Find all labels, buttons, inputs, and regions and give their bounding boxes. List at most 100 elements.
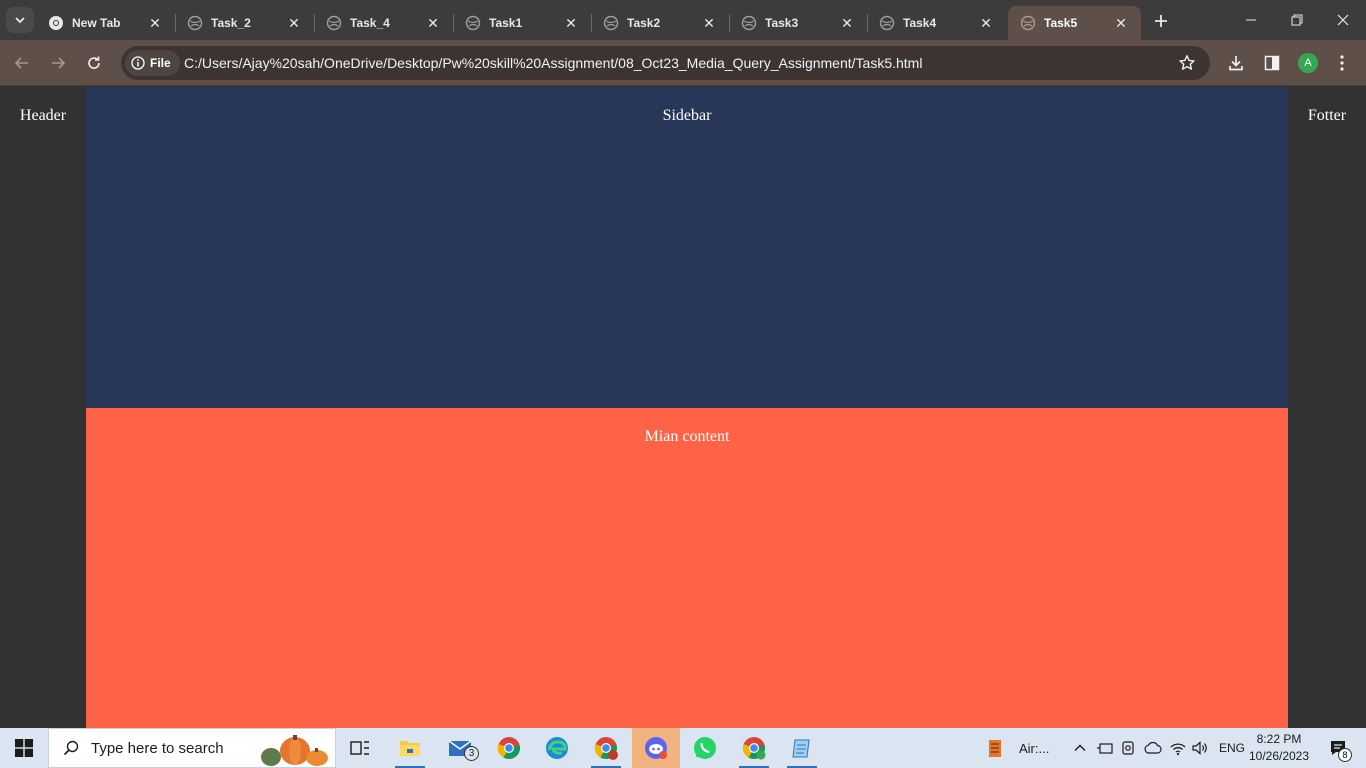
tab-close-icon[interactable]: ✕ <box>701 15 717 31</box>
forward-button[interactable] <box>44 49 72 77</box>
notepad-icon <box>792 739 810 758</box>
air-quality-icon <box>989 740 1001 757</box>
new-tab-button[interactable] <box>1150 10 1172 32</box>
avatar: A <box>1298 53 1318 73</box>
language-button[interactable]: ENG <box>1219 728 1245 768</box>
tab-task2[interactable]: Task2 ✕ <box>591 6 730 40</box>
cloud-icon <box>1144 741 1162 754</box>
mail-button[interactable]: 3 <box>436 728 484 768</box>
edge-button[interactable] <box>533 728 581 768</box>
start-button[interactable] <box>0 728 48 768</box>
minimize-button[interactable] <box>1228 0 1274 40</box>
chevron-up-icon <box>1074 744 1086 751</box>
address-bar[interactable]: File C:/Users/Ajay%20sah/OneDrive/Deskto… <box>121 46 1210 80</box>
tab-task5-active[interactable]: Task5 ✕ <box>1008 6 1141 40</box>
globe-icon <box>326 15 342 31</box>
tab-title: Task5 <box>1044 16 1078 30</box>
onedrive-button[interactable] <box>1143 728 1163 768</box>
download-icon <box>1229 56 1243 71</box>
minimize-icon <box>1246 19 1256 21</box>
time-text: 8:22 PM <box>1256 732 1302 746</box>
kebab-menu-icon <box>1340 55 1344 71</box>
chrome-button[interactable] <box>485 728 533 768</box>
tab-task3[interactable]: Task3 ✕ <box>729 6 868 40</box>
tab-strip: New Tab ✕ Task_2 ✕ Task_4 ✕ Task1 ✕ Task… <box>0 0 1366 40</box>
main-content-label: Mian content <box>644 428 730 445</box>
tab-task-2-underscore[interactable]: Task_2 ✕ <box>175 6 315 40</box>
site-info-chip[interactable]: File <box>125 50 180 76</box>
footer-label: Fotter <box>1307 107 1347 124</box>
plug-icon <box>1097 743 1113 754</box>
network-button[interactable] <box>1169 728 1187 768</box>
power-tray-button[interactable] <box>1096 728 1114 768</box>
chrome-icon <box>594 737 618 760</box>
notepad-button[interactable] <box>778 728 826 768</box>
date-text: 10/26/2023 <box>1248 749 1310 763</box>
web-page: Header Sidebar Mian content Fotter <box>0 87 1366 728</box>
discord-button[interactable] <box>632 728 680 768</box>
whatsapp-icon <box>694 737 716 759</box>
pumpkins-decoration-icon <box>261 735 328 766</box>
file-explorer-button[interactable] <box>386 728 434 768</box>
edge-icon <box>546 737 568 759</box>
tab-title: Task4 <box>903 16 937 30</box>
restore-icon <box>1291 14 1303 26</box>
show-hidden-icons-button[interactable] <box>1072 728 1088 768</box>
tab-title: Task1 <box>489 16 523 30</box>
tab-close-icon[interactable]: ✕ <box>1113 15 1129 31</box>
side-panel-button[interactable] <box>1260 51 1284 75</box>
header-region: Header <box>0 87 86 728</box>
info-icon <box>131 56 145 70</box>
profile-button[interactable]: A <box>1296 51 1320 75</box>
whatsapp-button[interactable] <box>681 728 729 768</box>
task-view-button[interactable] <box>336 728 384 768</box>
close-icon <box>1337 14 1349 26</box>
tab-close-icon[interactable]: ✕ <box>425 15 441 31</box>
meet-now-button[interactable] <box>1120 728 1138 768</box>
windows-logo-icon <box>15 739 33 757</box>
bookmark-star-icon[interactable] <box>1178 54 1196 72</box>
clock-button[interactable]: 8:22 PM 10/26/2023 <box>1246 731 1312 765</box>
restore-button[interactable] <box>1274 0 1320 40</box>
tab-title: Task_4 <box>350 16 390 30</box>
tab-title: Task2 <box>627 16 661 30</box>
globe-icon <box>465 15 481 31</box>
webcam-icon <box>1122 741 1134 755</box>
folder-icon <box>400 741 420 756</box>
tab-close-icon[interactable]: ✕ <box>286 15 302 31</box>
mail-badge: 3 <box>464 746 479 761</box>
scheme-label: File <box>150 56 171 70</box>
speaker-icon <box>1192 741 1207 755</box>
weather-widget[interactable]: Air:... <box>986 728 1049 768</box>
side-panel-icon <box>1264 55 1280 71</box>
volume-button[interactable] <box>1191 728 1209 768</box>
close-window-button[interactable] <box>1320 0 1366 40</box>
notification-center-button[interactable]: 8 <box>1318 728 1358 768</box>
menu-button[interactable] <box>1330 51 1354 75</box>
tab-search-button[interactable] <box>6 7 34 33</box>
tab-close-icon[interactable]: ✕ <box>147 15 163 31</box>
arrow-left-icon <box>14 57 28 69</box>
tab-close-icon[interactable]: ✕ <box>978 15 994 31</box>
tab-new-tab[interactable]: New Tab ✕ <box>36 6 176 40</box>
tab-close-icon[interactable]: ✕ <box>563 15 579 31</box>
back-button[interactable] <box>8 49 36 77</box>
tab-task4[interactable]: Task4 ✕ <box>867 6 1006 40</box>
main-content-region: Mian content <box>86 408 1288 728</box>
tab-task-4-underscore[interactable]: Task_4 ✕ <box>314 6 454 40</box>
reload-button[interactable] <box>80 49 108 77</box>
globe-icon <box>187 15 203 31</box>
weather-label: Air:... <box>1019 740 1050 756</box>
browser-toolbar: File C:/Users/Ajay%20sah/OneDrive/Deskto… <box>0 40 1366 86</box>
url-text[interactable]: C:/Users/Ajay%20sah/OneDrive/Desktop/Pw%… <box>184 46 922 80</box>
taskbar-search-box[interactable]: Type here to search <box>48 728 336 768</box>
downloads-button[interactable] <box>1224 51 1248 75</box>
tab-close-icon[interactable]: ✕ <box>839 15 855 31</box>
globe-icon <box>741 15 757 31</box>
footer-region: Fotter <box>1288 87 1366 728</box>
tab-task1[interactable]: Task1 ✕ <box>453 6 592 40</box>
chrome-profile-button[interactable] <box>582 728 630 768</box>
chrome-active-button[interactable] <box>730 728 778 768</box>
reload-icon <box>88 56 100 69</box>
chrome-icon <box>49 16 63 30</box>
